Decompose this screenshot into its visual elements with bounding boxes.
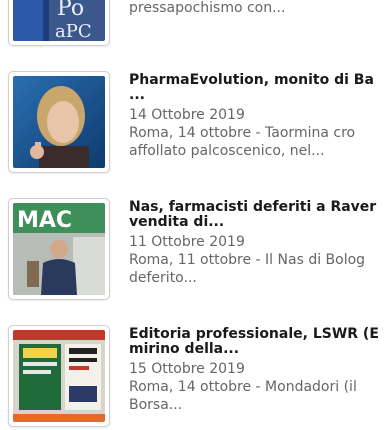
news-date: 11 Ottobre 2019 bbox=[129, 234, 245, 250]
news-thumbnail[interactable] bbox=[8, 71, 110, 173]
news-item[interactable]: PharmaEvolution, monito di Ba ... 14 Ott… bbox=[0, 71, 386, 175]
news-title-continued[interactable]: mirino della... bbox=[129, 342, 386, 357]
news-thumbnail[interactable] bbox=[8, 325, 110, 427]
news-date: 15 Ottobre 2019 bbox=[129, 361, 245, 377]
news-thumbnail[interactable]: Po aPC bbox=[8, 0, 110, 46]
woman-speaker-portrait-image bbox=[13, 76, 105, 168]
svg-text:aPC: aPC bbox=[55, 21, 92, 41]
man-at-pharmacy-photo-image: MAC bbox=[13, 203, 105, 295]
news-thumbnail[interactable]: MAC bbox=[8, 198, 110, 300]
news-date: 14 Ottobre 2019 bbox=[129, 107, 245, 123]
news-excerpt-continued: affollato palcoscenico, nel... bbox=[129, 143, 325, 159]
news-title-continued[interactable]: vendita di... bbox=[129, 215, 386, 230]
news-excerpt: Roma, 14 ottobre - Mondadori (il bbox=[129, 379, 357, 395]
news-item[interactable]: Editoria professionale, LSWR (E mirino d… bbox=[0, 325, 386, 429]
news-excerpt: pressapochismo con... bbox=[129, 0, 286, 16]
news-title[interactable]: PharmaEvolution, monito di Ba bbox=[129, 73, 386, 88]
news-list: Po aPC pressapochismo con... PharmaEvolu… bbox=[0, 0, 386, 430]
svg-text:MAC: MAC bbox=[17, 208, 72, 233]
news-title[interactable]: Nas, farmacisti deferiti a Raver bbox=[129, 200, 386, 215]
news-excerpt-continued: Borsa... bbox=[129, 397, 183, 413]
news-title[interactable]: Editoria professionale, LSWR (E bbox=[129, 327, 386, 342]
svg-text:Po: Po bbox=[57, 0, 84, 21]
news-title-continued[interactable]: ... bbox=[129, 88, 386, 103]
news-item[interactable]: MAC Nas, farmacisti deferiti a Raver ven… bbox=[0, 198, 386, 302]
news-excerpt: Roma, 14 ottobre - Taormina cro bbox=[129, 125, 356, 141]
book-covers-image bbox=[13, 330, 105, 422]
talkshow-logo-image: Po aPC bbox=[13, 0, 105, 41]
news-excerpt: Roma, 11 ottobre - Il Nas di Bolog bbox=[129, 252, 366, 268]
news-excerpt-continued: deferito... bbox=[129, 270, 197, 286]
news-item[interactable]: Po aPC pressapochismo con... bbox=[0, 0, 386, 48]
